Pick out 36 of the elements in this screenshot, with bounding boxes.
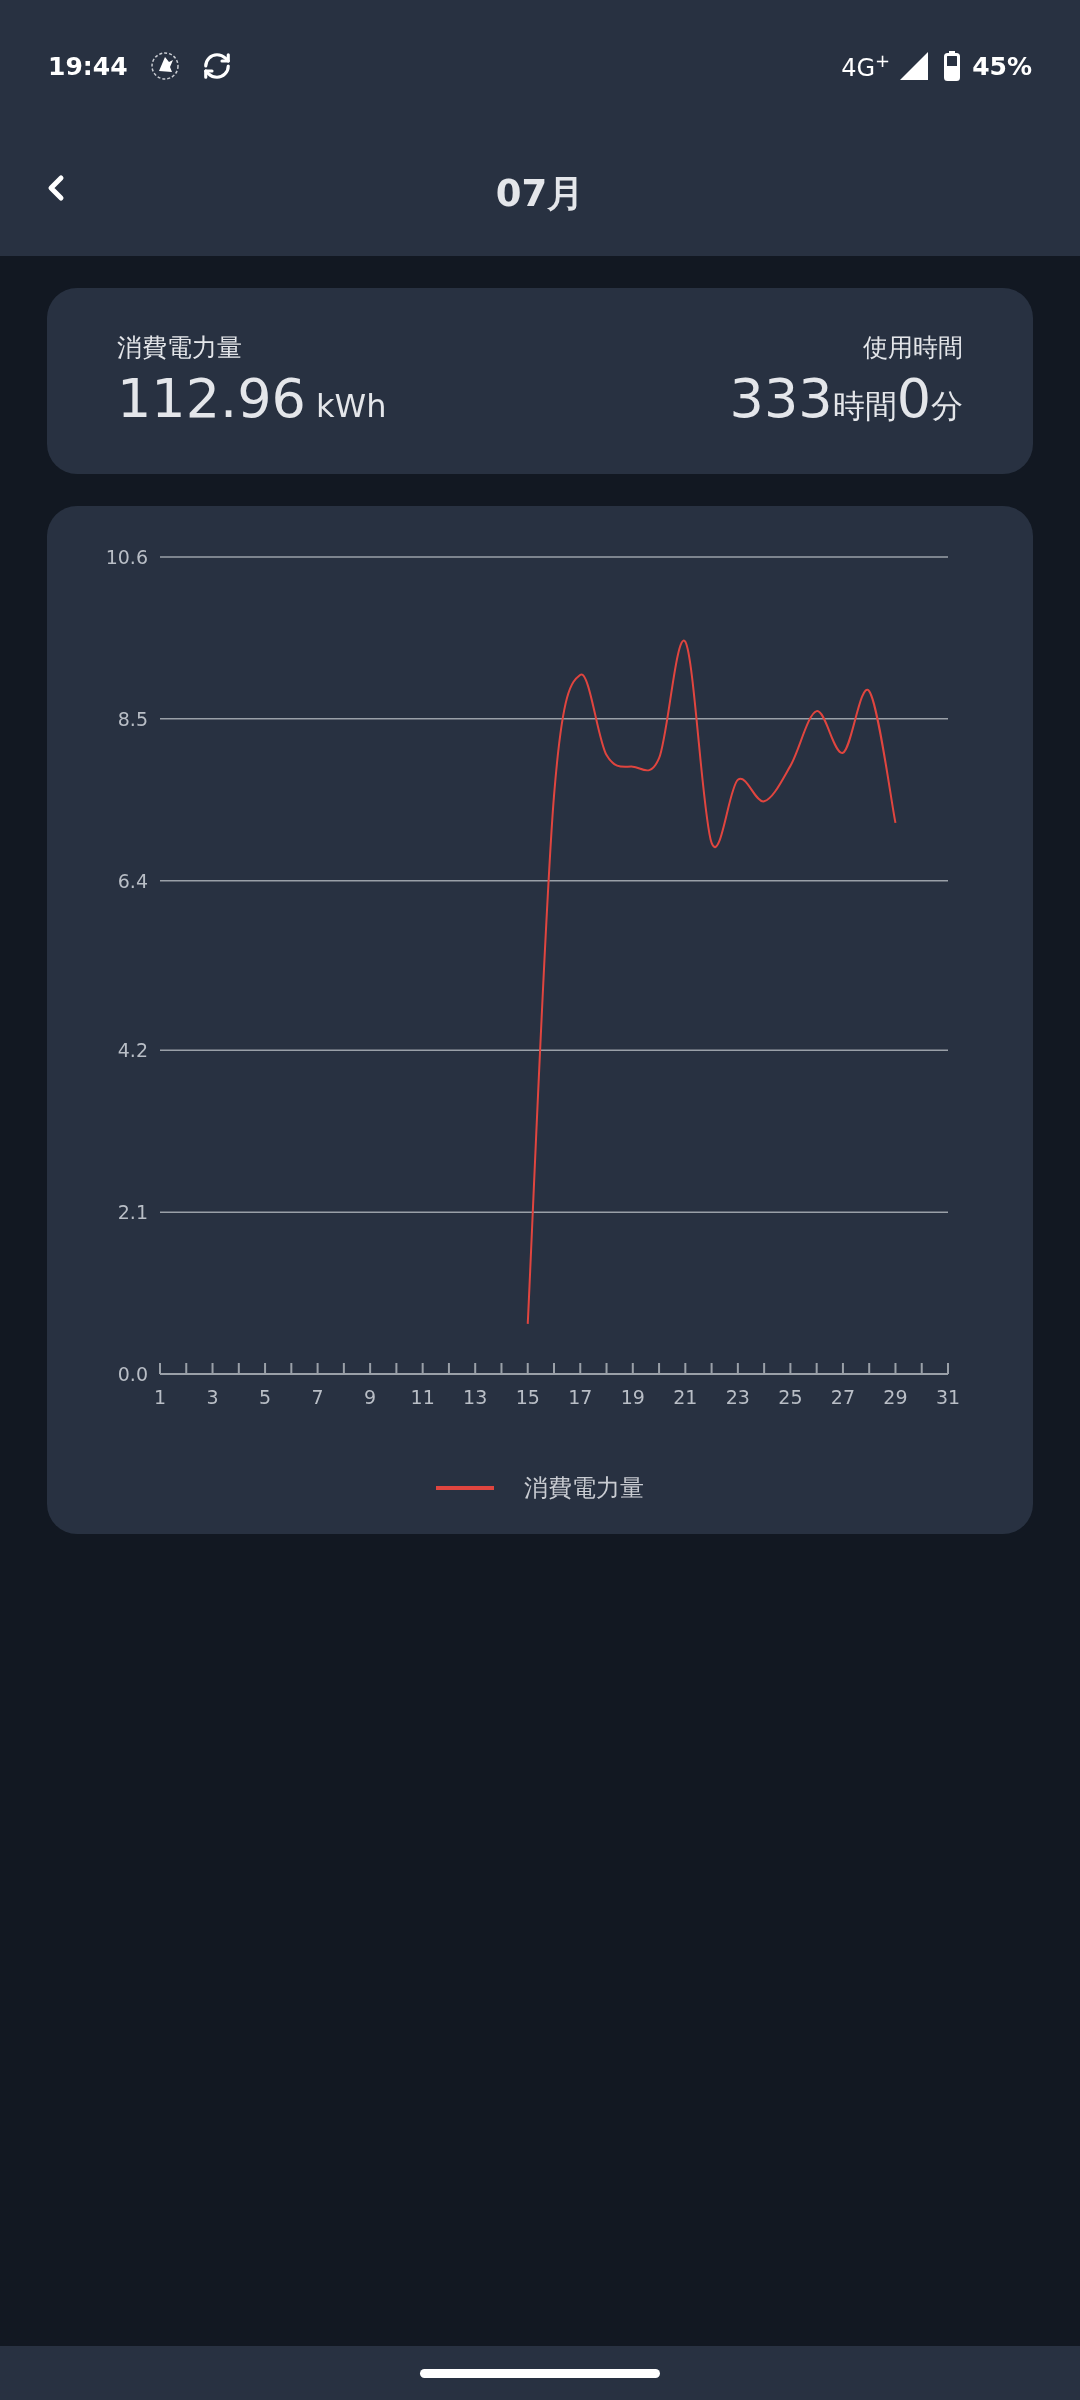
stat-label: 使用時間: [863, 332, 963, 365]
axis-label: 29: [883, 1386, 908, 1408]
status-time: 19:44: [48, 51, 128, 81]
axis-label: 6.4: [117, 869, 148, 892]
page-title: 07月: [495, 171, 585, 217]
axis-label: 13: [463, 1386, 488, 1408]
axis-label: 11: [410, 1386, 435, 1408]
axis-label: 23: [725, 1386, 750, 1408]
axis-label: 17: [568, 1386, 593, 1408]
axis-label: 3: [206, 1386, 219, 1408]
axis-label: 19: [620, 1386, 645, 1408]
axis-label: 0.0: [117, 1363, 148, 1385]
axis-label: 4.2: [117, 1039, 148, 1062]
stat-value: 333時間0分: [729, 368, 963, 431]
badge-icon: [149, 51, 180, 81]
sync-icon: [201, 51, 232, 81]
battery-percent: 45%: [972, 51, 1032, 81]
axis-label: 5: [259, 1386, 272, 1408]
axis-label: 9: [364, 1386, 377, 1408]
axis-label: 25: [778, 1386, 803, 1408]
home-handle[interactable]: [420, 2368, 660, 2378]
axis-label: 10.6: [105, 546, 148, 568]
stat-value: 112.96 kWh: [117, 368, 387, 431]
battery-icon: [944, 51, 961, 81]
axis-label: 1: [153, 1386, 167, 1408]
axis-label: 7: [311, 1386, 324, 1408]
axis-label: 21: [673, 1386, 698, 1408]
axis-label: 8.5: [117, 707, 148, 730]
axis-label: 31: [935, 1386, 961, 1408]
axis-label: 27: [830, 1386, 856, 1408]
legend-label: 消費電力量: [524, 1473, 644, 1504]
axis-label: 15: [515, 1386, 540, 1408]
signal-icon: [900, 52, 929, 80]
axis-label: 2.1: [117, 1201, 148, 1224]
network-type: 4G$^{+}$: [841, 50, 891, 82]
stat-label: 消費電力量: [117, 332, 242, 365]
